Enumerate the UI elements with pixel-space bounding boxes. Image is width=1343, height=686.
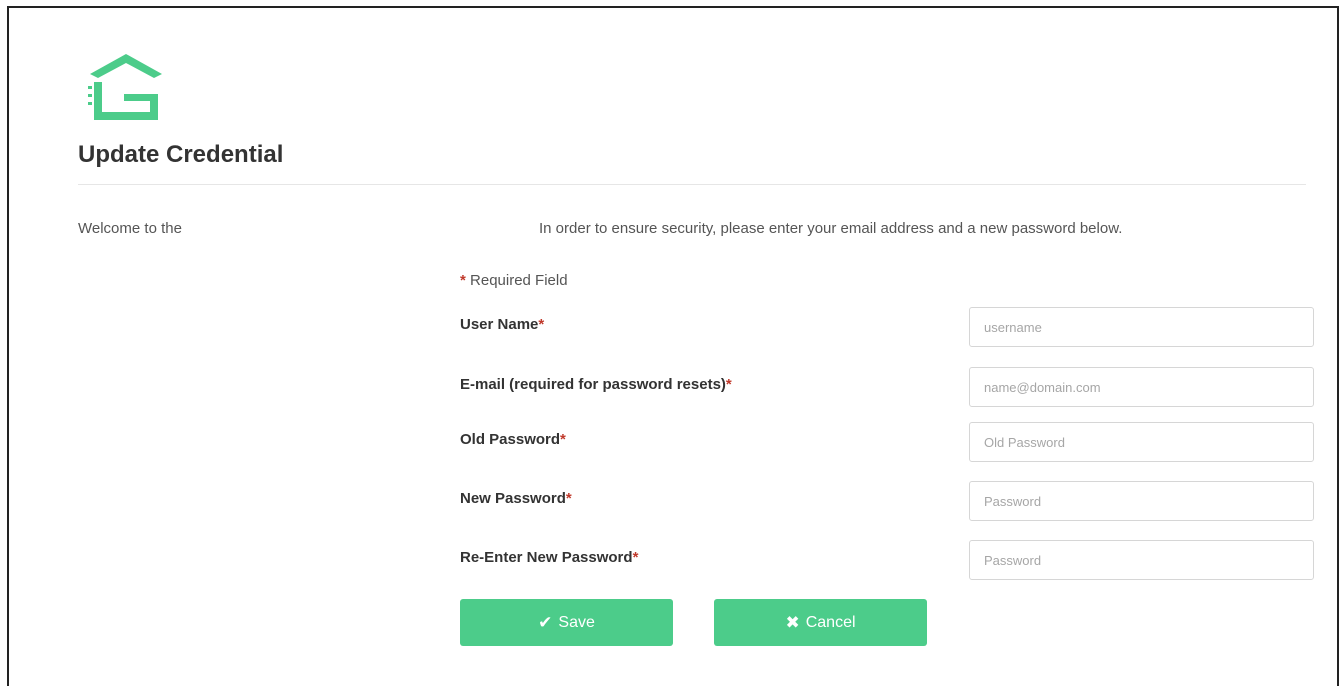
email-label-text: E-mail (required for password resets) bbox=[460, 376, 726, 393]
old-password-label-text: Old Password bbox=[460, 431, 561, 448]
required-field-note: * Required Field bbox=[460, 272, 568, 289]
page-title: Update Credential bbox=[78, 141, 284, 168]
required-field-text: Required Field bbox=[470, 272, 568, 289]
new-password-label: New Password* bbox=[460, 490, 572, 507]
logo-icon bbox=[88, 54, 162, 120]
close-icon: ✖ bbox=[785, 612, 800, 632]
welcome-text: Welcome to the bbox=[78, 220, 182, 237]
check-icon: ✔ bbox=[538, 612, 553, 632]
old-password-label: Old Password* bbox=[460, 431, 566, 448]
confirm-password-label: Re-Enter New Password* bbox=[460, 549, 638, 566]
title-divider bbox=[78, 184, 1306, 185]
confirm-password-input[interactable] bbox=[969, 540, 1314, 580]
required-star: * bbox=[560, 431, 566, 448]
cancel-button[interactable]: ✖ Cancel bbox=[714, 599, 927, 646]
save-button[interactable]: ✔ Save bbox=[460, 599, 673, 646]
required-star: * bbox=[632, 549, 639, 566]
required-star: * bbox=[725, 376, 732, 393]
old-password-input[interactable] bbox=[969, 422, 1314, 462]
username-input[interactable] bbox=[969, 307, 1314, 347]
save-button-label: Save bbox=[558, 613, 595, 631]
username-label-text: User Name bbox=[460, 316, 539, 333]
email-input[interactable] bbox=[969, 367, 1314, 407]
email-label: E-mail (required for password resets)* bbox=[460, 376, 732, 393]
security-message: In order to ensure security, please ente… bbox=[539, 220, 1123, 237]
required-star: * bbox=[538, 316, 545, 333]
confirm-password-label-text: Re-Enter New Password bbox=[460, 549, 633, 566]
new-password-input[interactable] bbox=[969, 481, 1314, 521]
cancel-button-label: Cancel bbox=[805, 613, 856, 631]
new-password-label-text: New Password bbox=[460, 490, 566, 507]
required-star: * bbox=[565, 490, 572, 507]
required-star: * bbox=[460, 272, 466, 289]
username-label: User Name* bbox=[460, 316, 544, 333]
